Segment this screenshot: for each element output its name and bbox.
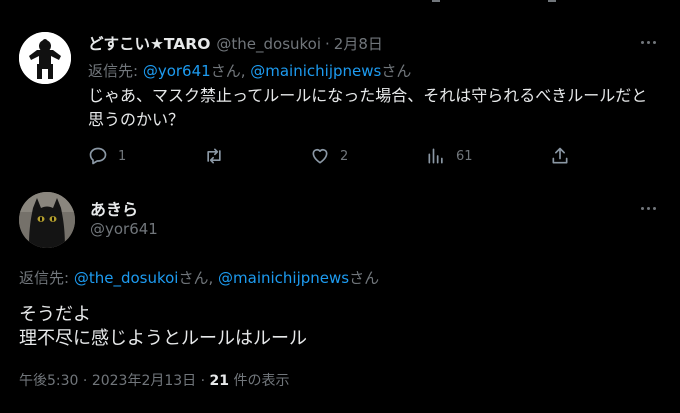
mention-link[interactable]: @mainichijpnews	[218, 269, 349, 287]
reply-tweet[interactable]: どすこい★TARO @the_dosukoi · 2月8日 返信先: @yor6…	[0, 20, 680, 180]
author-handle[interactable]: @yor641	[90, 220, 158, 238]
focused-tweet: あきら @yor641 返信先: @the_dosukoiさん, @mainic…	[0, 180, 680, 413]
tweet-actions: 1 2 61	[88, 144, 588, 168]
share-icon	[552, 147, 568, 164]
tweet-time[interactable]: 午後5:30	[19, 373, 78, 389]
avatar[interactable]	[19, 32, 71, 84]
black-cat-avatar-icon	[19, 192, 75, 248]
tweet-text-line: 理不尽に感じようとルールはルール	[19, 328, 307, 349]
views-count: 61	[456, 148, 473, 164]
reply-button[interactable]: 1	[88, 144, 126, 168]
tweet-text: そうだよ 理不尽に感じようとルールはルール	[19, 303, 307, 351]
tweet-meta: 午後5:30 · 2023年2月13日 · 21 件の表示	[19, 370, 289, 390]
heart-icon	[312, 148, 328, 164]
mention-suffix: さん	[381, 62, 412, 80]
sumo-avatar-icon	[19, 32, 71, 84]
heart-icon[interactable]	[314, 0, 330, 6]
mention-link[interactable]: @the_dosukoi	[74, 269, 179, 287]
reply-icon[interactable]	[96, 0, 112, 6]
separator-dot: ·	[325, 35, 330, 53]
more-button[interactable]	[641, 37, 663, 47]
replying-to: 返信先: @the_dosukoiさん, @mainichijpnewsさん	[19, 267, 379, 288]
like-count: 2	[340, 148, 349, 164]
like-button[interactable]: 2	[310, 144, 348, 168]
tweet-date[interactable]: 2023年2月13日	[92, 373, 196, 389]
replying-to-label: 返信先:	[19, 269, 74, 287]
separator-dot: ·	[82, 373, 88, 389]
mention-suffix: さん	[178, 269, 209, 287]
replying-to: 返信先: @yor641さん, @mainichijpnewsさん	[88, 60, 411, 81]
analytics-icon	[428, 148, 443, 164]
retweet-icon[interactable]	[208, 0, 224, 6]
replying-to-label: 返信先:	[88, 62, 143, 80]
separator-dot: ·	[200, 373, 206, 389]
mention-joiner: ,	[208, 269, 219, 287]
author-display-name[interactable]: あきら	[90, 196, 138, 220]
retweet-button[interactable]	[203, 144, 225, 168]
retweet-icon	[207, 148, 221, 164]
tweet-text-line: そうだよ	[19, 304, 91, 325]
share-button[interactable]	[550, 144, 570, 168]
mention-suffix: さん	[349, 269, 380, 287]
author-handle[interactable]: @the_dosukoi	[216, 35, 321, 53]
views-button[interactable]: 61	[426, 144, 473, 168]
views-label[interactable]: 件の表示	[233, 373, 289, 389]
author-row: どすこい★TARO @the_dosukoi · 2月8日	[88, 32, 383, 54]
mention-link[interactable]: @yor641	[143, 62, 211, 80]
mention-link[interactable]: @mainichijpnews	[250, 62, 381, 80]
author-display-name[interactable]: どすこい★TARO	[88, 32, 210, 54]
reply-icon	[89, 147, 107, 165]
tweet-date[interactable]: 2月8日	[334, 33, 383, 54]
views-count[interactable]: 21	[210, 373, 229, 389]
share-icon[interactable]	[548, 0, 556, 2]
avatar[interactable]	[19, 192, 75, 248]
more-button[interactable]	[641, 203, 663, 213]
mention-joiner: ,	[240, 62, 251, 80]
views-icon[interactable]	[432, 0, 440, 2]
tweet-text: じゃあ、マスク禁止ってルールになった場合、それは守られるべきルールだと思うのかい…	[88, 86, 648, 129]
previous-tweet-actions	[0, 0, 680, 8]
reply-count: 1	[118, 148, 127, 164]
mention-suffix: さん	[210, 62, 241, 80]
